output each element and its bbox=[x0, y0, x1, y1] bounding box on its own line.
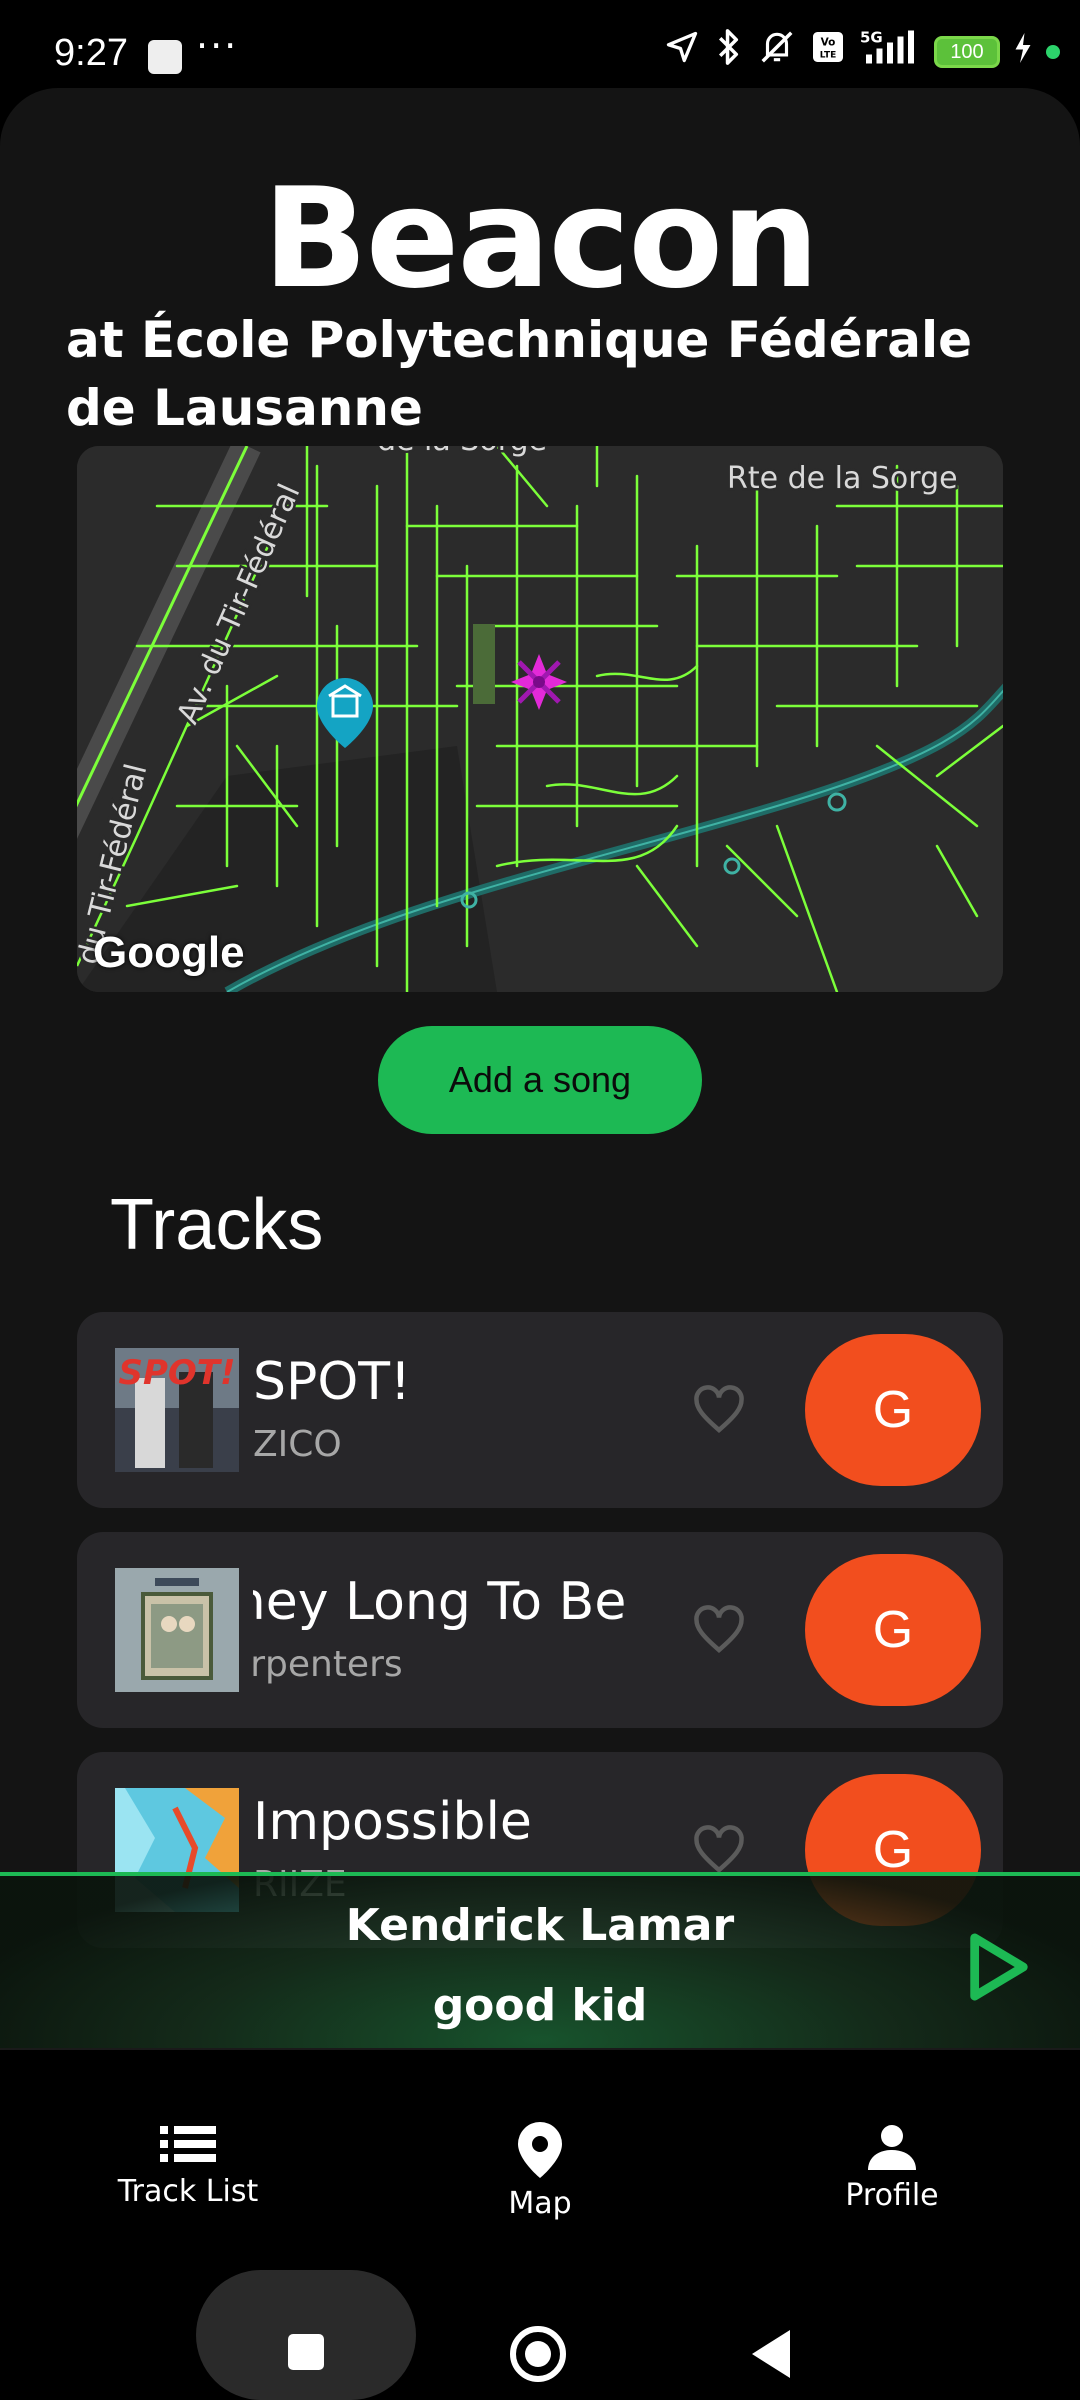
now-playing-title: good kid bbox=[432, 1980, 648, 2031]
add-song-button[interactable]: Add a song bbox=[378, 1026, 702, 1134]
status-icons: Vo LTE 5G 100 bbox=[664, 28, 1060, 77]
svg-text:SPOT!: SPOT! bbox=[118, 1353, 235, 1393]
track-artist: ZICO bbox=[253, 1424, 342, 1465]
map-pin-icon bbox=[518, 2122, 562, 2178]
track-title: SPOT! bbox=[253, 1352, 411, 1412]
recents-icon[interactable] bbox=[288, 2334, 324, 2370]
bottom-navigation: Track List Map Profile bbox=[0, 2048, 1080, 2270]
back-icon[interactable] bbox=[752, 2330, 790, 2378]
track-title: They Long To Be bbox=[253, 1572, 627, 1632]
status-bar: 9:27 ··· Vo LTE 5G 100 bbox=[0, 0, 1080, 88]
play-icon[interactable] bbox=[966, 1932, 1030, 2002]
album-art: SPOT! bbox=[115, 1348, 239, 1472]
track-card[interactable]: SPOT! SPOT! ZICO G bbox=[77, 1312, 1003, 1508]
more-notifications-icon: ··· bbox=[196, 24, 239, 68]
track-card[interactable]: They Long To Be Carpenters G bbox=[77, 1532, 1003, 1728]
person-icon bbox=[868, 2125, 916, 2170]
heart-icon[interactable] bbox=[689, 1600, 749, 1660]
nav-label: Track List bbox=[117, 2174, 259, 2209]
volte-icon: Vo LTE bbox=[810, 29, 846, 76]
location-subtitle: at École Polytechnique Fédérale de Lausa… bbox=[66, 311, 973, 437]
list-icon bbox=[160, 2126, 216, 2162]
nav-track-list[interactable]: Track List bbox=[58, 2122, 318, 2209]
bluetooth-icon bbox=[714, 28, 744, 77]
charging-icon bbox=[1014, 30, 1032, 74]
location-arrow-icon bbox=[664, 29, 700, 76]
beacon-star-icon[interactable] bbox=[511, 654, 567, 710]
mute-icon bbox=[758, 28, 796, 77]
notification-app-icon bbox=[148, 40, 182, 74]
tracks-heading: Tracks bbox=[110, 1185, 324, 1265]
now-playing-artist: Kendrick Lamar bbox=[345, 1900, 735, 1951]
now-playing-bar[interactable]: Kendrick Lamar good kid bbox=[0, 1872, 1080, 2048]
nav-label: Map bbox=[508, 2186, 572, 2221]
svg-text:5G: 5G bbox=[860, 28, 883, 46]
track-artist: Carpenters bbox=[253, 1644, 403, 1685]
heart-icon[interactable] bbox=[689, 1820, 749, 1880]
svg-text:Vo: Vo bbox=[821, 36, 836, 48]
google-attribution: Google bbox=[93, 928, 245, 977]
campus-map[interactable]: Rte de la Sorge Av. du Tir-Fédéral du Ti… bbox=[77, 446, 1003, 992]
map-roads: Rte de la Sorge Av. du Tir-Fédéral du Ti… bbox=[77, 446, 1003, 992]
privacy-indicator bbox=[1046, 45, 1060, 59]
heart-icon[interactable] bbox=[689, 1380, 749, 1440]
user-badge[interactable]: G bbox=[805, 1334, 981, 1486]
svg-text:LTE: LTE bbox=[820, 50, 837, 60]
home-icon[interactable] bbox=[510, 2326, 566, 2382]
app-title: Beacon bbox=[262, 158, 820, 319]
map-label: Rte de la Sorge bbox=[727, 461, 958, 496]
nav-profile[interactable]: Profile bbox=[762, 2122, 1022, 2213]
status-time: 9:27 bbox=[54, 32, 128, 74]
nav-label: Profile bbox=[845, 2178, 939, 2213]
album-art bbox=[115, 1568, 239, 1692]
battery-icon: 100 bbox=[934, 36, 1000, 68]
main-sheet: Beacon at École Polytechnique Fédérale d… bbox=[0, 88, 1080, 2048]
user-badge[interactable]: G bbox=[805, 1554, 981, 1706]
system-navigation bbox=[0, 2270, 1080, 2400]
map-label: de la Sorge bbox=[377, 446, 547, 458]
nav-map[interactable]: Map bbox=[410, 2122, 670, 2221]
track-title: Impossible bbox=[253, 1792, 532, 1852]
signal-5g-icon: 5G bbox=[860, 27, 920, 78]
